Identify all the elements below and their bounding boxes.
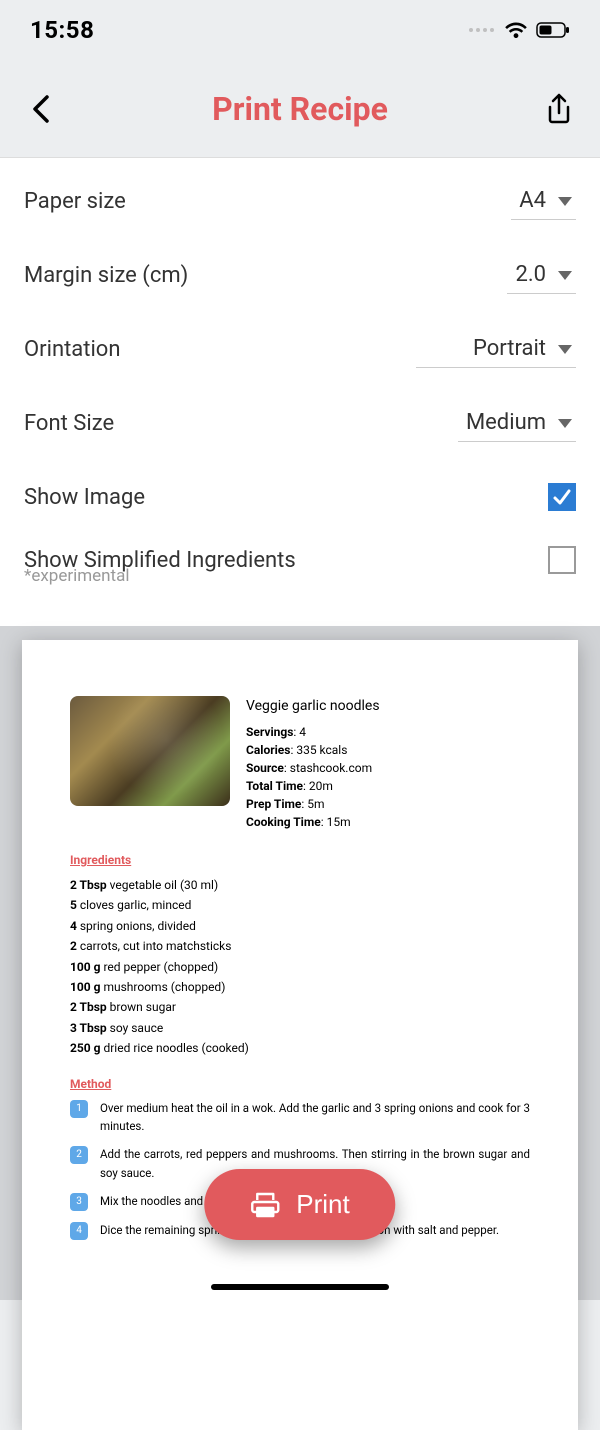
chevron-down-icon <box>556 269 574 281</box>
paper-size-row: Paper size A4 <box>24 164 576 238</box>
step-number-badge: 4 <box>70 1222 88 1240</box>
margin-size-value: 2.0 <box>515 262 546 287</box>
recipe-image <box>70 696 230 806</box>
show-image-label: Show Image <box>24 485 145 510</box>
font-size-label: Font Size <box>24 411 114 436</box>
margin-size-select[interactable]: 2.0 <box>507 256 576 294</box>
chevron-down-icon <box>556 195 574 207</box>
font-size-value: Medium <box>466 410 546 435</box>
show-simplified-checkbox[interactable] <box>548 546 576 574</box>
ingredient-item: 100 g mushrooms (chopped) <box>70 977 530 997</box>
ingredients-heading: Ingredients <box>70 853 530 867</box>
recipe-title: Veggie garlic noodles <box>246 696 380 717</box>
chevron-down-icon <box>556 343 574 355</box>
ingredient-item: 250 g dried rice noodles (cooked) <box>70 1038 530 1058</box>
preview-page: Veggie garlic noodles Servings: 4 Calori… <box>22 640 578 1430</box>
ingredient-item: 5 cloves garlic, minced <box>70 895 530 915</box>
step-text: Over medium heat the oil in a wok. Add t… <box>100 1099 530 1136</box>
recipe-meta: Veggie garlic noodles Servings: 4 Calori… <box>246 696 380 831</box>
print-settings: Paper size A4 Margin size (cm) 2.0 Orint… <box>0 158 600 626</box>
paper-size-select[interactable]: A4 <box>511 182 576 220</box>
page-title: Print Recipe <box>212 90 388 128</box>
method-step: 1 Over medium heat the oil in a wok. Add … <box>70 1099 530 1136</box>
margin-size-label: Margin size (cm) <box>24 263 188 288</box>
step-number-badge: 2 <box>70 1146 88 1164</box>
paper-size-value: A4 <box>519 188 546 213</box>
ingredient-item: 2 carrots, cut into matchsticks <box>70 936 530 956</box>
ingredient-item: 3 Tbsp soy sauce <box>70 1018 530 1038</box>
orientation-value: Portrait <box>473 336 546 361</box>
ingredient-item: 100 g red pepper (chopped) <box>70 957 530 977</box>
ingredient-item: 2 Tbsp brown sugar <box>70 997 530 1017</box>
step-number-badge: 3 <box>70 1193 88 1211</box>
ingredients-list: 2 Tbsp vegetable oil (30 ml)5 cloves gar… <box>70 875 530 1059</box>
home-indicator[interactable] <box>211 1284 389 1290</box>
margin-size-row: Margin size (cm) 2.0 <box>24 238 576 312</box>
ingredient-item: 4 spring onions, divided <box>70 916 530 936</box>
method-heading: Method <box>70 1077 530 1091</box>
status-time: 15:58 <box>30 16 94 44</box>
orientation-row: Orintation Portrait <box>24 312 576 386</box>
back-button[interactable] <box>24 92 58 126</box>
share-button[interactable] <box>542 92 576 126</box>
status-icons <box>469 21 570 39</box>
font-size-row: Font Size Medium <box>24 386 576 460</box>
print-button[interactable]: Print <box>204 1169 395 1240</box>
wifi-icon <box>504 21 528 39</box>
step-number-badge: 1 <box>70 1100 88 1118</box>
cellular-dots-icon <box>469 28 494 32</box>
orientation-select[interactable]: Portrait <box>416 330 576 368</box>
battery-icon <box>536 22 570 38</box>
page-header: Print Recipe <box>0 60 600 158</box>
show-simplified-subtext: *experimental <box>24 566 576 586</box>
show-image-checkbox[interactable] <box>548 483 576 511</box>
print-preview-area: Veggie garlic noodles Servings: 4 Calori… <box>0 626 600 1300</box>
paper-size-label: Paper size <box>24 189 126 214</box>
chevron-down-icon <box>556 417 574 429</box>
print-button-label: Print <box>296 1189 349 1220</box>
printer-icon <box>250 1190 280 1220</box>
ingredient-item: 2 Tbsp vegetable oil (30 ml) <box>70 875 530 895</box>
show-image-row: Show Image <box>24 460 576 534</box>
font-size-select[interactable]: Medium <box>458 404 576 442</box>
status-bar: 15:58 <box>0 0 600 60</box>
orientation-label: Orintation <box>24 337 121 362</box>
